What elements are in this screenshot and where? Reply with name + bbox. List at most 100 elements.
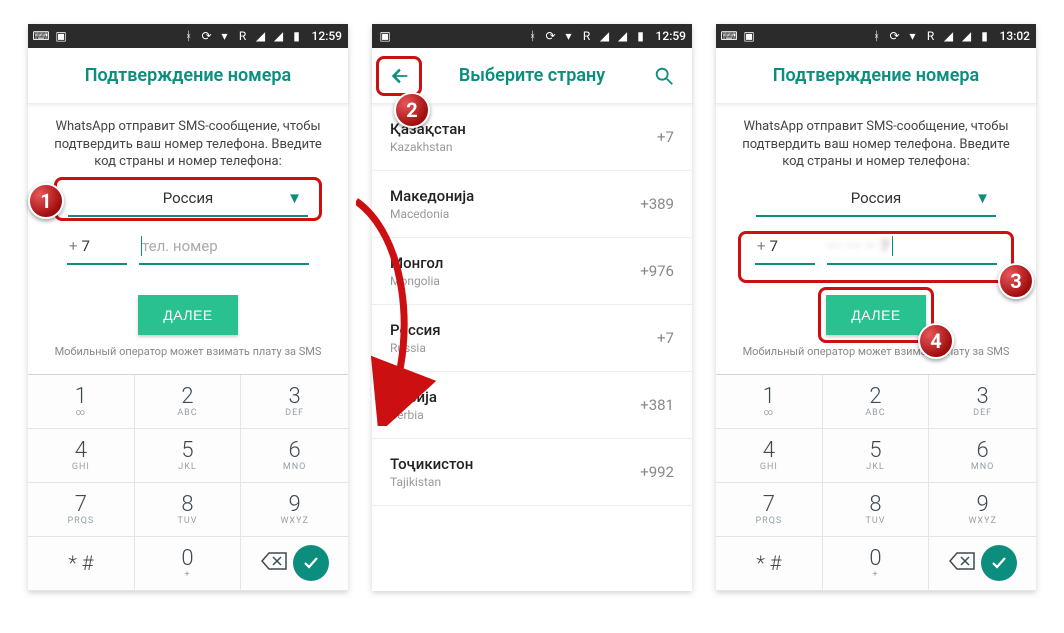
signal-icon: ◢ [598, 29, 612, 43]
phone-input-row: + 7 тел. номер [44, 229, 332, 265]
phone-input-row: + 7 ··· ··· ·· 7 [732, 229, 1020, 265]
phone-confirm-empty: ⌨ ▣ ᚼ ⟳ ▾ R ◢ ◢ ▮ 12:59 Подтверждение но… [28, 24, 348, 591]
body: WhatsApp отправит SMS-сообщение, чтобы п… [716, 104, 1036, 374]
keyboard-icon: ⌨ [34, 29, 48, 43]
sync-icon: ⟳ [888, 29, 902, 43]
numeric-keypad: 1∞ 2ABC 3DEF 4GHI 5JKL 6MNO 7PRQS 8TUV 9… [28, 374, 348, 591]
status-bar: ▣ ᚼ ⟳ ▾ R ◢ ◢ ▮ 12:59 [372, 24, 692, 48]
data-icon: R [924, 29, 938, 43]
key-2[interactable]: 2ABC [823, 375, 930, 429]
country-item-tajikistan[interactable]: Тоҷикистон Tajikistan +992 [372, 439, 692, 506]
code-value: 7 [82, 237, 90, 255]
body: WhatsApp отправит SMS-сообщение, чтобы п… [28, 104, 348, 374]
status-bar: ⌨ ▣ ᚼ ⟳ ▾ R ◢ ◢ ▮ 13:02 [716, 24, 1036, 48]
signal-icon: ◢ [616, 29, 630, 43]
signal-icon: ◢ [272, 29, 286, 43]
signal-icon: ◢ [960, 29, 974, 43]
bluetooth-icon: ᚼ [182, 29, 196, 43]
next-button[interactable]: ДАЛЕЕ [138, 295, 238, 335]
country-code-input[interactable]: + 7 [755, 229, 815, 265]
key-8[interactable]: 8TUV [135, 483, 242, 537]
key-4[interactable]: 4GHI [28, 429, 135, 483]
country-code-input[interactable]: + 7 [67, 229, 127, 265]
wifi-icon: ▾ [906, 29, 920, 43]
description-text: WhatsApp отправит SMS-сообщение, чтобы п… [44, 118, 332, 171]
battery-icon: ▮ [978, 29, 992, 43]
backspace-icon[interactable] [261, 552, 287, 574]
key-8[interactable]: 8TUV [823, 483, 930, 537]
carrier-note: Мобильный оператор может взимать плату з… [44, 345, 332, 358]
battery-icon: ▮ [634, 29, 648, 43]
key-symbols[interactable]: * # [716, 537, 823, 591]
country-selector[interactable]: Россия ▼ [756, 181, 996, 217]
country-item-serbia[interactable]: Србија Serbia +381 [372, 372, 692, 439]
key-1[interactable]: 1∞ [716, 375, 823, 429]
key-2[interactable]: 2ABC [135, 375, 242, 429]
key-4[interactable]: 4GHI [716, 429, 823, 483]
key-5[interactable]: 5JKL [135, 429, 242, 483]
code-value: 7 [770, 237, 778, 255]
accept-icon[interactable] [293, 545, 329, 581]
clock: 12:59 [656, 29, 686, 43]
app-header: Подтверждение номера [28, 48, 348, 104]
accept-icon[interactable] [981, 545, 1017, 581]
key-7[interactable]: 7PRQS [28, 483, 135, 537]
signal-icon: ◢ [254, 29, 268, 43]
key-7[interactable]: 7PRQS [716, 483, 823, 537]
step-badge-2: 2 [394, 92, 430, 128]
plus-sign: + [67, 237, 82, 255]
key-actions[interactable] [929, 537, 1036, 591]
phone-number-input[interactable]: ··· ··· ·· 7 [827, 229, 997, 265]
page-title: Подтверждение номера [85, 65, 291, 86]
key-0[interactable]: 0+ [135, 537, 242, 591]
key-symbols[interactable]: * # [28, 537, 135, 591]
carrier-note: Мобильный оператор может взимать плату з… [732, 345, 1020, 358]
phone-placeholder: тел. номер [142, 237, 218, 255]
country-item-mongolia[interactable]: Монгол Mongolia +976 [372, 238, 692, 305]
key-9[interactable]: 9WXYZ [929, 483, 1036, 537]
plus-sign: + [755, 237, 770, 255]
key-6[interactable]: 6MNO [929, 429, 1036, 483]
phone-number-input[interactable]: тел. номер [139, 229, 309, 265]
key-6[interactable]: 6MNO [241, 429, 348, 483]
step-badge-3: 3 [998, 263, 1034, 299]
key-1[interactable]: 1∞ [28, 375, 135, 429]
wifi-icon: ▾ [218, 29, 232, 43]
step-badge-1: 1 [28, 183, 64, 219]
step-badge-4: 4 [918, 323, 954, 359]
key-3[interactable]: 3DEF [929, 375, 1036, 429]
image-icon: ▣ [54, 29, 68, 43]
page-title: Подтверждение номера [773, 65, 979, 86]
next-button[interactable]: ДАЛЕЕ [826, 295, 926, 335]
clock: 12:59 [312, 29, 342, 43]
numeric-keypad: 1∞ 2ABC 3DEF 4GHI 5JKL 6MNO 7PRQS 8TUV 9… [716, 374, 1036, 591]
search-button[interactable] [636, 48, 692, 104]
image-icon: ▣ [378, 29, 392, 43]
caret-down-icon: ▼ [975, 189, 990, 207]
country-item-russia[interactable]: Россия Russia +7 [372, 305, 692, 372]
signal-icon: ◢ [942, 29, 956, 43]
country-label: Россия [851, 189, 902, 207]
wifi-icon: ▾ [562, 29, 576, 43]
country-selector[interactable]: Россия ▼ [68, 181, 308, 217]
phone-confirm-filled: ⌨ ▣ ᚼ ⟳ ▾ R ◢ ◢ ▮ 13:02 Подтверждение но… [716, 24, 1036, 591]
keyboard-icon: ⌨ [722, 29, 736, 43]
clock: 13:02 [1000, 29, 1030, 43]
page-title: Выберите страну [459, 65, 605, 86]
country-label: Россия [163, 189, 214, 207]
key-5[interactable]: 5JKL [823, 429, 930, 483]
country-list[interactable]: Қазақстан Kazakhstan +7 Македонија Maced… [372, 104, 692, 591]
backspace-icon[interactable] [949, 552, 975, 574]
key-actions[interactable] [241, 537, 348, 591]
status-bar: ⌨ ▣ ᚼ ⟳ ▾ R ◢ ◢ ▮ 12:59 [28, 24, 348, 48]
app-header: Выберите страну 2 [372, 48, 692, 104]
country-item-macedonia[interactable]: Македонија Macedonia +389 [372, 171, 692, 238]
image-icon: ▣ [742, 29, 756, 43]
key-3[interactable]: 3DEF [241, 375, 348, 429]
bluetooth-icon: ᚼ [526, 29, 540, 43]
key-9[interactable]: 9WXYZ [241, 483, 348, 537]
key-0[interactable]: 0+ [823, 537, 930, 591]
text-caret [892, 236, 893, 256]
caret-down-icon: ▼ [287, 189, 302, 207]
description-text: WhatsApp отправит SMS-сообщение, чтобы п… [732, 118, 1020, 171]
